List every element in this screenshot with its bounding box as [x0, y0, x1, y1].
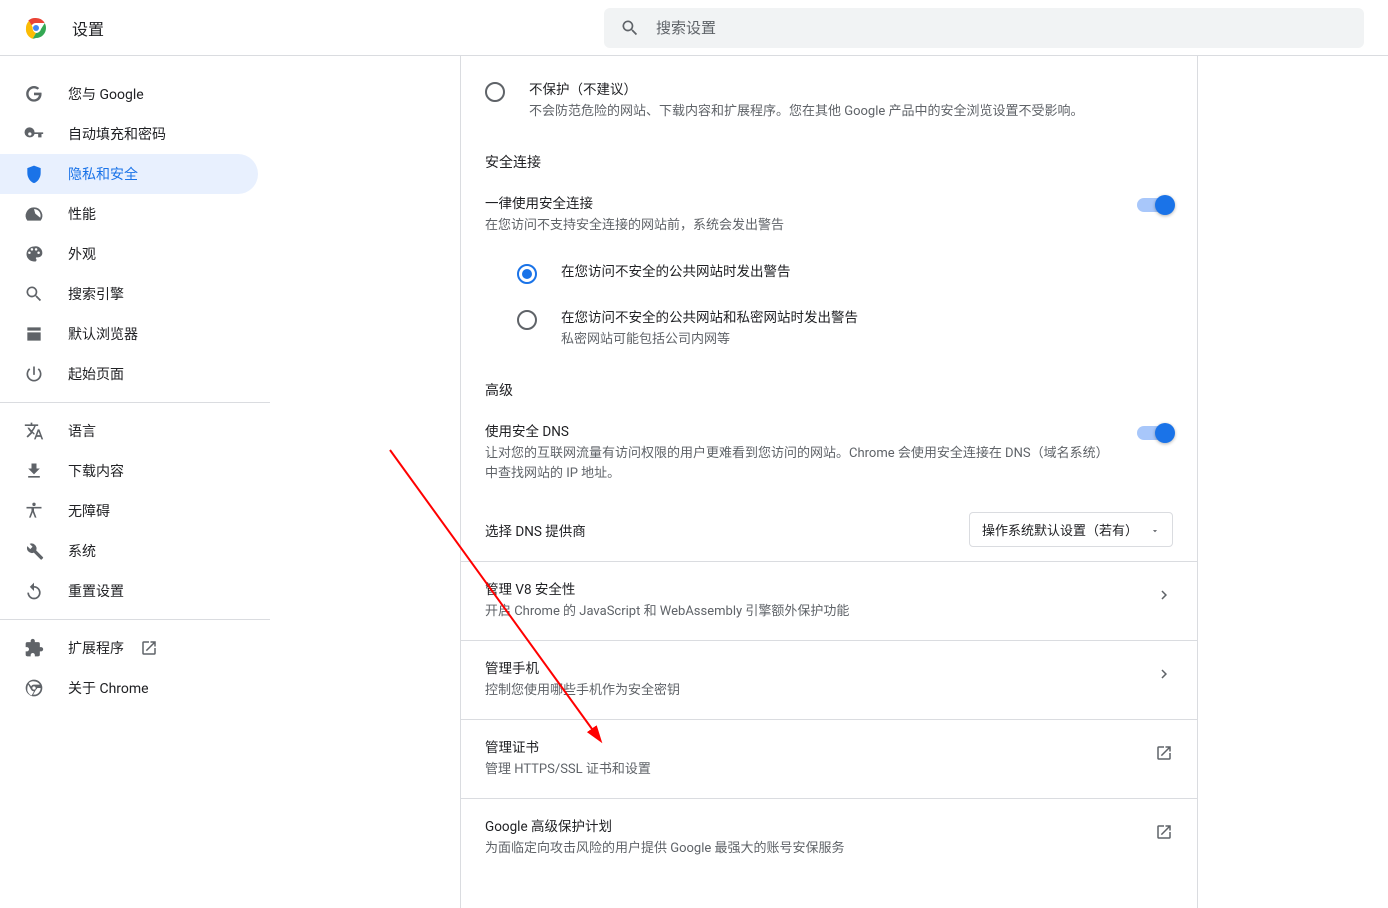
caret-down-icon: [1150, 525, 1160, 535]
chevron-right-icon: [1155, 665, 1173, 683]
row-title: 不保护（不建议）: [529, 80, 1173, 100]
sidebar-item-label: 无障碍: [68, 501, 110, 521]
row-title: 管理 V8 安全性: [485, 580, 1155, 600]
sidebar-item-system[interactable]: 系统: [0, 531, 258, 571]
row-subtitle: 让对您的互联网流量有访问权限的用户更难看到您访问的网站。Chrome 会使用安全…: [485, 444, 1113, 484]
radio-icon: [485, 82, 505, 102]
sidebar-item-performance[interactable]: 性能: [0, 194, 258, 234]
sidebar-item-label: 扩展程序: [68, 638, 124, 658]
sidebar-item-reset[interactable]: 重置设置: [0, 571, 258, 611]
section-heading-advanced: 高级: [461, 362, 1197, 408]
row-subtitle: 管理 HTTPS/SSL 证书和设置: [485, 760, 1155, 780]
sidebar-item-appearance[interactable]: 外观: [0, 234, 258, 274]
shield-icon: [24, 164, 44, 184]
reset-icon: [24, 581, 44, 601]
sidebar-item-label: 搜索引擎: [68, 284, 124, 304]
external-link-icon: [1155, 823, 1173, 841]
row-title: Google 高级保护计划: [485, 817, 1155, 837]
sidebar-item-label: 系统: [68, 541, 96, 561]
sidebar-item-extensions[interactable]: 扩展程序: [0, 628, 258, 668]
sidebar-item-label: 您与 Google: [68, 84, 144, 104]
row-title: 管理手机: [485, 659, 1155, 679]
row-subtitle: 不会防范危险的网站、下载内容和扩展程序。您在其他 Google 产品中的安全浏览…: [529, 102, 1173, 122]
sidebar-item-label: 语言: [68, 421, 96, 441]
extension-icon: [24, 638, 44, 658]
radio-icon: [517, 310, 537, 330]
radio-warn-public-private[interactable]: 在您访问不安全的公共网站和私密网站时发出警告 私密网站可能包括公司内网等: [461, 296, 1197, 362]
sidebar-item-label: 自动填充和密码: [68, 124, 166, 144]
sidebar: 您与 Google 自动填充和密码 隐私和安全 性能 外观 搜索引擎 默认浏览器…: [0, 56, 270, 908]
sidebar-item-default-browser[interactable]: 默认浏览器: [0, 314, 258, 354]
row-subtitle: 为面临定向攻击风险的用户提供 Google 最强大的账号安保服务: [485, 839, 1155, 859]
palette-icon: [24, 244, 44, 264]
chevron-right-icon: [1155, 586, 1173, 604]
section-heading-secure-conn: 安全连接: [461, 134, 1197, 180]
row-always-https: 一律使用安全连接 在您访问不支持安全连接的网站前，系统会发出警告: [461, 180, 1197, 250]
external-link-icon: [140, 639, 158, 657]
search-icon: [620, 18, 640, 38]
row-secure-dns: 使用安全 DNS 让对您的互联网流量有访问权限的用户更难看到您访问的网站。Chr…: [461, 408, 1197, 498]
window-icon: [24, 324, 44, 344]
sidebar-item-startup[interactable]: 起始页面: [0, 354, 258, 394]
sidebar-item-autofill[interactable]: 自动填充和密码: [0, 114, 258, 154]
sidebar-item-label: 隐私和安全: [68, 164, 138, 184]
search-input[interactable]: [656, 19, 1348, 37]
row-advanced-protection[interactable]: Google 高级保护计划 为面临定向攻击风险的用户提供 Google 最强大的…: [461, 798, 1197, 877]
translate-icon: [24, 421, 44, 441]
sidebar-item-you-and-google[interactable]: 您与 Google: [0, 74, 258, 114]
row-subtitle: 开启 Chrome 的 JavaScript 和 WebAssembly 引擎额…: [485, 602, 1155, 622]
row-subtitle: 控制您使用哪些手机作为安全密钥: [485, 681, 1155, 701]
search-box[interactable]: [604, 8, 1364, 48]
sidebar-item-label: 起始页面: [68, 364, 124, 384]
wrench-icon: [24, 541, 44, 561]
sidebar-item-label: 性能: [68, 204, 96, 224]
sidebar-item-label: 默认浏览器: [68, 324, 138, 344]
row-manage-certificates[interactable]: 管理证书 管理 HTTPS/SSL 证书和设置: [461, 719, 1197, 798]
sidebar-item-language[interactable]: 语言: [0, 411, 258, 451]
row-title: 选择 DNS 提供商: [485, 520, 969, 540]
radio-no-protection[interactable]: 不保护（不建议） 不会防范危险的网站、下载内容和扩展程序。您在其他 Google…: [461, 68, 1197, 134]
google-g-icon: [24, 84, 44, 104]
page-title: 设置: [72, 16, 104, 40]
row-v8-security[interactable]: 管理 V8 安全性 开启 Chrome 的 JavaScript 和 WebAs…: [461, 561, 1197, 640]
select-dns-provider[interactable]: 操作系统默认设置（若有）: [969, 512, 1173, 547]
sidebar-item-label: 下载内容: [68, 461, 124, 481]
row-title: 管理证书: [485, 738, 1155, 758]
sidebar-item-search[interactable]: 搜索引擎: [0, 274, 258, 314]
divider: [0, 619, 270, 620]
row-title: 使用安全 DNS: [485, 422, 1113, 442]
sidebar-item-label: 外观: [68, 244, 96, 264]
power-icon: [24, 364, 44, 384]
download-icon: [24, 461, 44, 481]
main-content: 不保护（不建议） 不会防范危险的网站、下载内容和扩展程序。您在其他 Google…: [270, 56, 1388, 908]
chrome-logo-icon: [24, 16, 48, 40]
external-link-icon: [1155, 744, 1173, 762]
select-value: 操作系统默认设置（若有）: [982, 520, 1138, 539]
radio-icon: [517, 264, 537, 284]
key-icon: [24, 124, 44, 144]
speedometer-icon: [24, 204, 44, 224]
accessibility-icon: [24, 501, 44, 521]
row-title: 在您访问不安全的公共网站和私密网站时发出警告: [561, 308, 1173, 328]
sidebar-item-accessibility[interactable]: 无障碍: [0, 491, 258, 531]
sidebar-item-label: 重置设置: [68, 581, 124, 601]
row-title: 在您访问不安全的公共网站时发出警告: [561, 262, 1173, 282]
row-manage-phones[interactable]: 管理手机 控制您使用哪些手机作为安全密钥: [461, 640, 1197, 719]
chrome-outline-icon: [24, 678, 44, 698]
sidebar-item-privacy[interactable]: 隐私和安全: [0, 154, 258, 194]
row-title: 一律使用安全连接: [485, 194, 1113, 214]
toggle-always-https[interactable]: [1137, 198, 1173, 212]
radio-warn-public[interactable]: 在您访问不安全的公共网站时发出警告: [461, 250, 1197, 296]
row-subtitle: 在您访问不支持安全连接的网站前，系统会发出警告: [485, 216, 1113, 236]
search-icon: [24, 284, 44, 304]
divider: [0, 402, 270, 403]
sidebar-item-label: 关于 Chrome: [68, 678, 149, 698]
toggle-secure-dns[interactable]: [1137, 426, 1173, 440]
header: 设置: [0, 0, 1388, 56]
sidebar-item-downloads[interactable]: 下载内容: [0, 451, 258, 491]
sidebar-item-about[interactable]: 关于 Chrome: [0, 668, 258, 708]
row-dns-provider: 选择 DNS 提供商 操作系统默认设置（若有）: [461, 498, 1197, 561]
row-subtitle: 私密网站可能包括公司内网等: [561, 330, 1173, 350]
